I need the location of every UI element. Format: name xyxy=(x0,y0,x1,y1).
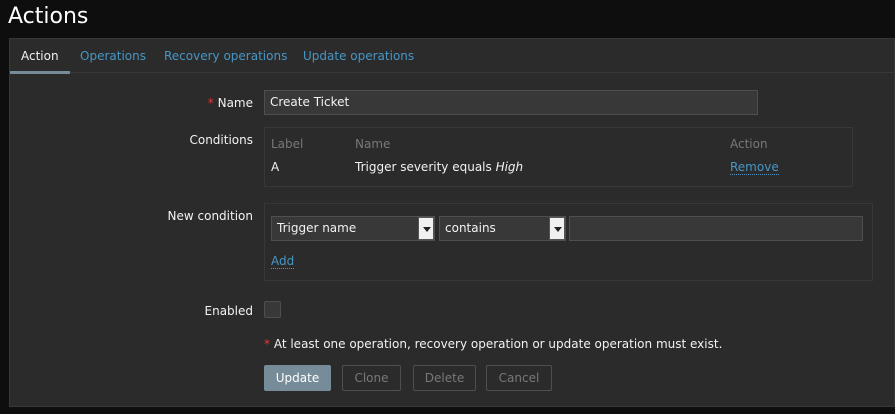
condition-type-select[interactable]: Trigger name xyxy=(271,216,435,241)
tab-update-operations[interactable]: Update operations xyxy=(292,39,425,73)
update-button[interactable]: Update xyxy=(264,365,331,391)
tab-action[interactable]: Action xyxy=(10,39,70,74)
enabled-label: Enabled xyxy=(204,304,254,318)
new-condition-label: New condition xyxy=(167,209,253,223)
add-condition-link[interactable]: Add xyxy=(271,254,295,269)
chevron-down-icon xyxy=(549,217,565,240)
col-label: Label xyxy=(271,137,304,151)
conditions-label: Conditions xyxy=(189,133,253,147)
condition-name: Trigger severity equals High xyxy=(355,160,523,174)
required-mark: * xyxy=(207,96,214,110)
condition-value: High xyxy=(495,160,524,174)
enabled-checkbox[interactable] xyxy=(264,301,281,318)
delete-button[interactable]: Delete xyxy=(413,365,476,391)
condition-operator-select[interactable]: contains xyxy=(439,216,566,241)
col-action: Action xyxy=(730,137,768,151)
chevron-down-icon xyxy=(418,217,434,240)
tab-recovery-operations[interactable]: Recovery operations xyxy=(153,39,298,73)
tab-operations[interactable]: Operations xyxy=(69,39,157,73)
condition-value-input[interactable] xyxy=(569,216,863,241)
name-label: * Name xyxy=(208,96,253,110)
col-name: Name xyxy=(355,137,391,151)
page-title: Actions xyxy=(8,4,89,29)
cancel-button[interactable]: Cancel xyxy=(486,365,552,391)
name-input[interactable]: Create Ticket xyxy=(264,90,758,115)
tab-bar: Action Operations Recovery operations Up… xyxy=(10,39,894,74)
condition-type-value: Trigger name xyxy=(277,221,357,235)
condition-text: Trigger severity equals xyxy=(355,160,496,174)
remove-condition-link[interactable]: Remove xyxy=(730,160,779,175)
action-form-panel: Action Operations Recovery operations Up… xyxy=(9,38,895,407)
conditions-table: Label Name Action A Trigger severity equ… xyxy=(264,127,853,187)
condition-operator-value: contains xyxy=(445,221,496,235)
required-mark: * xyxy=(264,337,270,351)
clone-button[interactable]: Clone xyxy=(342,365,401,391)
new-condition-box: Trigger name contains Add xyxy=(264,203,873,281)
note-text: At least one operation, recovery operati… xyxy=(273,337,723,351)
condition-label: A xyxy=(271,160,280,174)
required-note: * At least one operation, recovery opera… xyxy=(264,337,722,351)
name-label-text: Name xyxy=(217,96,253,110)
